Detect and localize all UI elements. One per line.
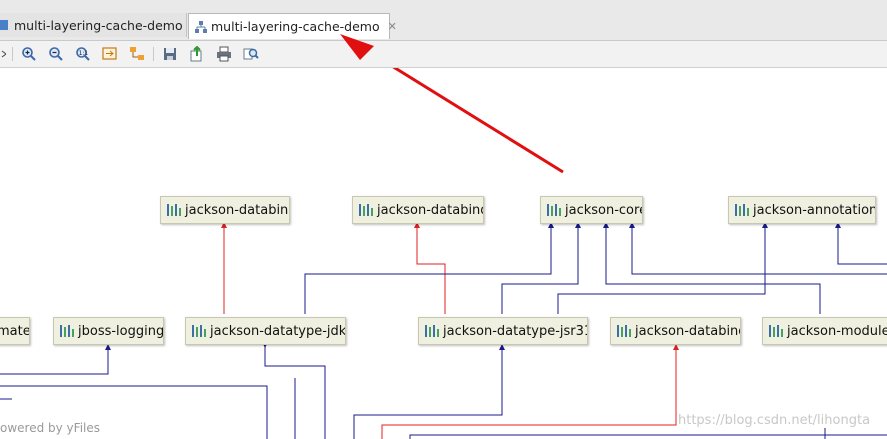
node-label: jackson-annotations	[753, 202, 876, 218]
diagram-icon	[195, 20, 207, 33]
library-icon	[547, 204, 561, 216]
library-icon	[735, 204, 749, 216]
node-label: jackson-datatype-jsr310	[443, 323, 588, 339]
node-jackson-datatype-jsr310[interactable]: jackson-datatype-jsr310	[418, 317, 588, 345]
node-label: jackson-core	[565, 202, 643, 218]
conflict-edge	[414, 222, 446, 314]
svg-text:1:1: 1:1	[79, 50, 89, 57]
toolbar-separator	[153, 47, 154, 61]
node-jackson-annotations[interactable]: jackson-annotations	[728, 196, 876, 224]
dependency-edges	[0, 68, 887, 439]
zoom-out-icon[interactable]	[48, 46, 64, 62]
library-icon	[769, 325, 783, 337]
print-icon[interactable]	[216, 46, 232, 62]
conflict-edge	[381, 344, 679, 439]
dependency-edge	[603, 222, 821, 314]
dependency-diagram-canvas[interactable]: jackson-databind jackson-databind jackso…	[0, 68, 887, 439]
node-label: jackson-databind	[185, 202, 290, 218]
tab-label: multi-layering-cache-demo	[14, 17, 183, 33]
library-icon	[617, 325, 631, 337]
library-icon	[425, 325, 439, 337]
node-jackson-databind[interactable]: jackson-databind	[352, 196, 484, 224]
node-jackson-databind[interactable]: jackson-databind	[610, 317, 741, 345]
node-label: jackson-databind	[635, 323, 741, 339]
fit-content-icon[interactable]	[102, 46, 118, 62]
annotation-arrow	[392, 68, 564, 174]
library-icon	[60, 325, 74, 337]
dependency-edge	[409, 434, 887, 439]
collapse-icon[interactable]	[0, 46, 7, 62]
node-label: jackson-module-p	[787, 323, 887, 339]
dependency-edge	[304, 222, 554, 314]
library-icon	[192, 325, 206, 337]
search-icon[interactable]	[243, 46, 259, 62]
node-label: jackson-datatype-jdk8	[210, 323, 346, 339]
node-label: mate	[0, 323, 30, 339]
blog-watermark: https://blog.csdn.net/lihongta	[678, 413, 871, 428]
node-jackson-core[interactable]: jackson-core	[540, 196, 643, 224]
node-jboss-logging[interactable]: jboss-logging	[53, 317, 164, 345]
toolbar-separator	[12, 47, 13, 61]
node-jackson-databind[interactable]: jackson-databind	[160, 196, 290, 224]
node-label: jackson-databind	[377, 202, 484, 218]
library-icon	[359, 204, 373, 216]
dependency-edge	[629, 222, 887, 275]
layout-icon[interactable]	[129, 46, 145, 62]
dependency-edge	[835, 222, 887, 265]
actual-size-icon[interactable]: 1:1	[75, 46, 91, 62]
annotation-arrowhead-overlay	[340, 34, 374, 60]
tab-module-view[interactable]: multi-layering-cache-demo ✕	[0, 13, 200, 37]
node-hibernate-partial[interactable]: mate	[0, 317, 30, 345]
dependency-edge	[501, 222, 581, 314]
node-jackson-module-parameter-names[interactable]: jackson-module-p	[762, 317, 887, 345]
powered-by-label: owered by yFiles	[0, 421, 100, 435]
diagram-toolbar: 1:1	[0, 41, 887, 68]
node-label: jboss-logging	[78, 323, 164, 339]
export-icon[interactable]	[189, 45, 205, 62]
library-icon	[167, 204, 181, 216]
dependency-edge	[0, 344, 111, 375]
save-icon[interactable]	[162, 46, 178, 62]
zoom-in-icon[interactable]	[21, 46, 37, 62]
dependency-edge	[557, 222, 768, 314]
editor-tab-bar: multi-layering-cache-demo ✕ multi-layeri…	[0, 0, 887, 41]
module-icon	[0, 19, 10, 31]
node-jackson-datatype-jdk8[interactable]: jackson-datatype-jdk8	[185, 317, 346, 345]
